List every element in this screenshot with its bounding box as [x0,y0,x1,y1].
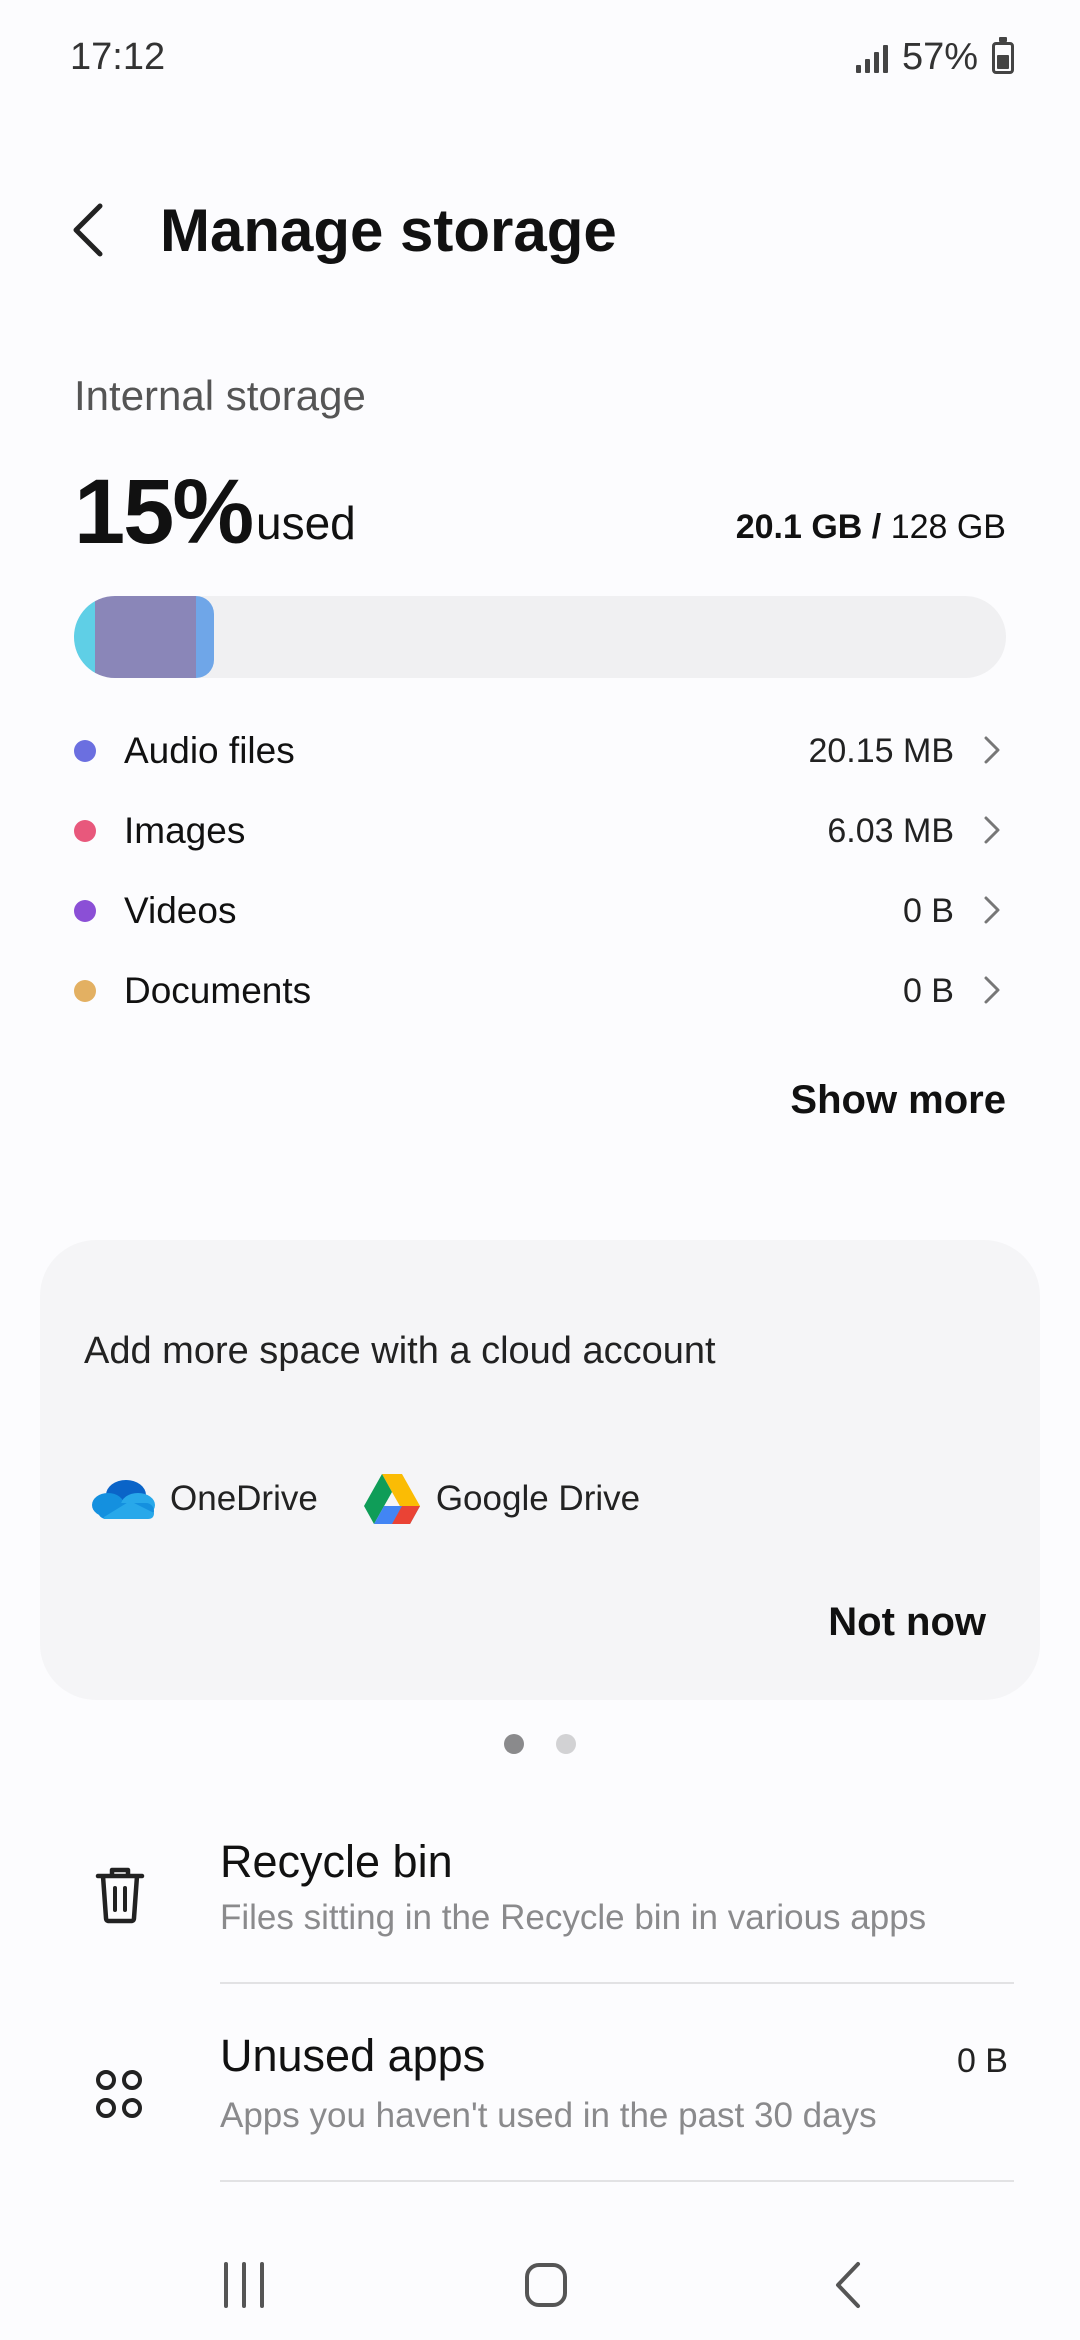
category-size: 20.15 MB [808,732,954,770]
google-drive-option[interactable]: Google Drive [362,1472,640,1526]
trash-icon [95,1867,145,1924]
usage-amount: 20.1 GB / 128 GB [736,508,1006,547]
category-size: 0 B [902,972,954,1010]
status-bar: 17:12 57% [0,0,1080,120]
navigation-bar [0,2220,1080,2340]
category-item-videos[interactable]: Videos 0 B [74,870,1006,950]
storage-bar-segment-blue [196,596,214,678]
recycle-bin-item[interactable]: Recycle bin Files sitting in the Recycle… [0,1830,1080,1990]
usage-percent: 15% [74,461,254,563]
category-item-documents[interactable]: Documents 0 B [74,950,1006,1030]
signal-icon [855,43,888,73]
status-indicators: 57% [855,36,1014,79]
not-now-button[interactable]: Not now [828,1600,986,1645]
chevron-right-icon [984,816,1000,844]
back-icon [836,2262,860,2308]
used-amount: 20.1 GB / [735,508,882,546]
usage-summary: 15% used 20.1 GB / 128 GB [74,460,1006,563]
status-time: 17:12 [70,36,166,78]
page-dot[interactable] [504,1734,524,1754]
tool-subtitle: Files sitting in the Recycle bin in vari… [220,1898,927,1937]
category-color-dot [74,820,96,842]
onedrive-label: OneDrive [170,1479,318,1518]
category-list: Audio files 20.15 MB Images 6.03 MB Videos 0 … [74,710,1006,1030]
recents-button[interactable] [204,2250,284,2320]
recents-icon [224,2262,264,2308]
page-title: Manage storage [160,197,617,264]
page-dot[interactable] [556,1734,576,1754]
onedrive-option[interactable]: OneDrive [90,1477,318,1521]
onedrive-icon [92,1480,155,1519]
battery-percent: 57% [901,36,978,78]
cloud-card: Add more space with a cloud account OneD… [40,1240,1040,1700]
category-color-dot [74,900,96,922]
home-button[interactable] [506,2250,586,2320]
tool-title: Unused apps [220,2030,486,2081]
category-label: Audio files [124,730,295,771]
tool-subtitle: Apps you haven't used in the past 30 day… [220,2096,877,2135]
category-label: Documents [124,970,312,1011]
category-color-dot [74,740,96,762]
chevron-left-icon [73,203,103,257]
tool-value: 0 B [956,2042,1008,2080]
category-item-audio[interactable]: Audio files 20.15 MB [74,710,1006,790]
storage-bar [74,596,1006,678]
app-bar: Manage storage [0,180,1080,280]
category-label: Videos [124,890,237,931]
chevron-right-icon [984,976,1000,1004]
divider [220,1982,1014,1984]
storage-bar-segment-purple [95,596,196,678]
chevron-right-icon [984,896,1000,924]
total-amount: 128 GB [890,508,1006,546]
category-item-images[interactable]: Images 6.03 MB [74,790,1006,870]
category-size: 0 B [902,892,954,930]
show-more-button[interactable]: Show more [790,1078,1006,1123]
category-size: 6.03 MB [827,812,954,850]
category-color-dot [74,980,96,1002]
section-label: Internal storage [74,372,366,419]
google-drive-icon [363,1474,420,1524]
page-indicator [0,1734,1080,1754]
divider [220,2180,1014,2182]
usage-used-label: used [256,497,356,549]
battery-icon [992,36,1014,74]
category-label: Images [124,810,246,851]
tool-title: Recycle bin [220,1836,453,1887]
storage-bar-segment-cyan [74,596,95,678]
back-button[interactable] [62,198,118,262]
home-icon [525,2263,567,2307]
chevron-right-icon [984,736,1000,764]
cloud-options: OneDrive Google Drive [90,1472,684,1526]
apps-icon [96,2070,142,2118]
nav-back-button[interactable] [810,2250,890,2320]
google-drive-label: Google Drive [435,1479,641,1518]
unused-apps-item[interactable]: Unused apps 0 B Apps you haven't used in… [0,2026,1080,2186]
cloud-card-title: Add more space with a cloud account [84,1330,716,1372]
